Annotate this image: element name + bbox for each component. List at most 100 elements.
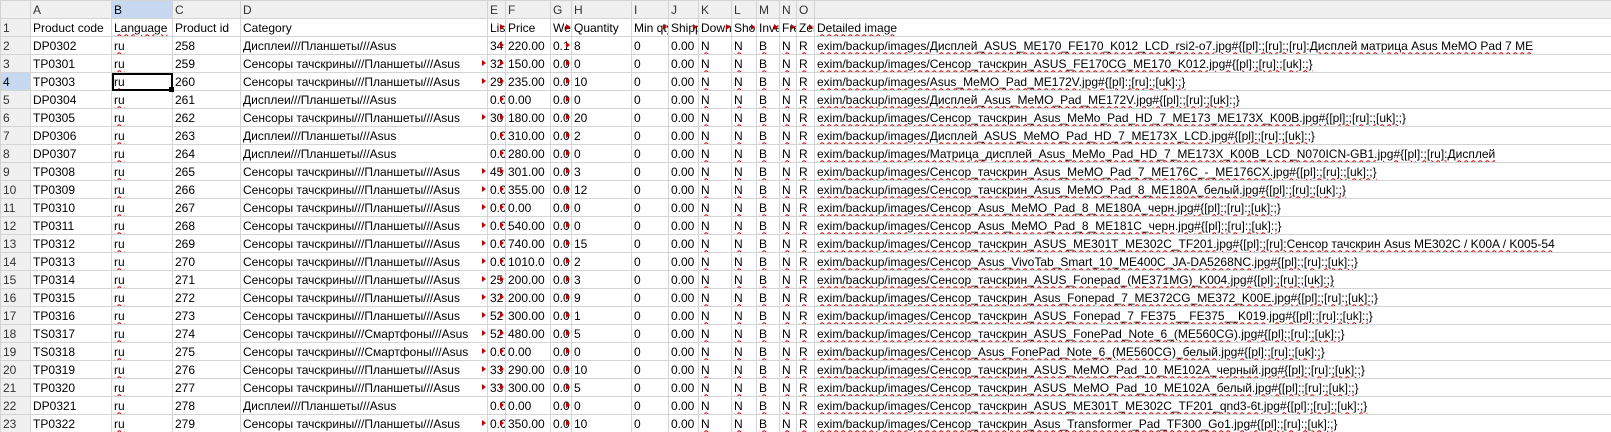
cell[interactable]: Дисплеи///Планшеты///Asus	[240, 126, 488, 145]
cell[interactable]: 261	[172, 90, 241, 109]
cell[interactable]: 3	[571, 270, 632, 289]
row-header[interactable]: 20	[0, 360, 31, 379]
row-header[interactable]: 3	[0, 54, 31, 73]
cell[interactable]: 0.0	[550, 288, 572, 307]
cell[interactable]: N	[779, 234, 797, 253]
cell[interactable]: ru	[111, 252, 173, 271]
cell[interactable]: 0.0	[550, 324, 572, 343]
cell[interactable]: 0	[631, 54, 669, 73]
cell[interactable]: TS0318	[30, 342, 112, 361]
cell[interactable]: exim/backup/images/Дисплей_Asus_MeMO_Pad…	[814, 90, 1611, 109]
cell[interactable]: N	[779, 324, 797, 343]
cell[interactable]: 0.00	[668, 36, 699, 55]
cell[interactable]: N	[731, 198, 757, 217]
cell-table[interactable]: ABCDEFGHIJKLMNO 1 Product code Language Pro…	[0, 0, 1611, 432]
cell[interactable]: Min qty	[631, 18, 669, 37]
cell[interactable]: 0.0	[550, 414, 572, 432]
cell[interactable]: 3	[571, 162, 632, 181]
cell[interactable]: 270	[172, 252, 241, 271]
cell[interactable]: Weight	[550, 18, 572, 37]
cell[interactable]: exim/backup/images/Сенсор_тачскрин_ASUS_…	[814, 270, 1611, 289]
cell[interactable]: 740.00	[505, 234, 551, 253]
cell[interactable]: exim/backup/images/Сенсор_тачскрин_ASUS_…	[814, 396, 1611, 415]
cell[interactable]: 0.00	[668, 54, 699, 73]
cell[interactable]: 278	[172, 396, 241, 415]
cell[interactable]: Сенсоры тачскрины///Планшеты///Asus	[240, 72, 488, 91]
cell[interactable]: R	[796, 306, 815, 325]
cell[interactable]: 33	[487, 360, 506, 379]
cell[interactable]: 258	[172, 36, 241, 55]
cell[interactable]: B	[756, 90, 780, 109]
cell[interactable]: 0.0	[487, 90, 506, 109]
column-header-O[interactable]: O	[796, 0, 815, 19]
cell[interactable]: 10	[571, 360, 632, 379]
cell[interactable]: Сенсоры тачскрины///Планшеты///Asus	[240, 162, 488, 181]
cell[interactable]: ru	[111, 360, 173, 379]
cell[interactable]: 0	[631, 414, 669, 432]
column-header-L[interactable]: L	[731, 0, 757, 19]
cell[interactable]: 300.00	[505, 306, 551, 325]
cell[interactable]: 0.00	[668, 72, 699, 91]
cell[interactable]: N	[731, 270, 757, 289]
cell[interactable]: 0	[571, 396, 632, 415]
cell[interactable]: TS0317	[30, 324, 112, 343]
cell[interactable]: B	[756, 144, 780, 163]
cell[interactable]: B	[756, 252, 780, 271]
cell[interactable]: 0.00	[668, 144, 699, 163]
cell[interactable]: 0.00	[668, 378, 699, 397]
cell[interactable]: 0	[631, 252, 669, 271]
row-header[interactable]: 19	[0, 342, 31, 361]
cell[interactable]: N	[779, 180, 797, 199]
cell[interactable]: 0.0	[550, 72, 572, 91]
cell[interactable]: 0	[631, 360, 669, 379]
cell[interactable]: N	[779, 108, 797, 127]
cell[interactable]: Price	[505, 18, 551, 37]
cell[interactable]: exim/backup/images/Сенсор_тачскрин_Asus_…	[814, 162, 1611, 181]
cell[interactable]: List	[487, 18, 506, 37]
cell[interactable]: TP0315	[30, 288, 112, 307]
cell[interactable]: 276	[172, 360, 241, 379]
cell[interactable]: 0.0	[550, 90, 572, 109]
cell[interactable]: Дисплеи///Планшеты///Asus	[240, 36, 488, 55]
cell[interactable]: R	[796, 360, 815, 379]
cell[interactable]: R	[796, 54, 815, 73]
cell[interactable]: exim/backup/images/Asus_MeMO_Pad_ME172V.…	[814, 72, 1611, 91]
cell[interactable]: 0.00	[505, 90, 551, 109]
cell[interactable]: Сенсоры тачскрины///Планшеты///Asus	[240, 108, 488, 127]
cell[interactable]: 1	[571, 306, 632, 325]
cell[interactable]: Detailed image	[814, 18, 1611, 37]
cell[interactable]: 0.00	[505, 396, 551, 415]
cell[interactable]: TP0320	[30, 378, 112, 397]
cell[interactable]: B	[756, 54, 780, 73]
cell[interactable]: 0.0	[550, 270, 572, 289]
cell[interactable]: 0.0	[487, 198, 506, 217]
cell[interactable]: N	[779, 378, 797, 397]
cell[interactable]: Сенсоры тачскрины///Планшеты///Asus	[240, 216, 488, 235]
cell[interactable]: 272	[172, 288, 241, 307]
cell[interactable]: Product id	[172, 18, 241, 37]
cell[interactable]: 274	[172, 324, 241, 343]
cell[interactable]: 0	[631, 306, 669, 325]
cell[interactable]: N	[779, 414, 797, 432]
column-header-J[interactable]: J	[668, 0, 699, 19]
cell[interactable]: N	[698, 144, 732, 163]
cell[interactable]: ru	[111, 108, 173, 127]
cell[interactable]: 0.0	[550, 180, 572, 199]
cell[interactable]: 2	[571, 252, 632, 271]
cell[interactable]: 0	[631, 180, 669, 199]
cell[interactable]: 0.00	[668, 162, 699, 181]
cell[interactable]: N	[698, 414, 732, 432]
cell[interactable]: 0.0	[550, 378, 572, 397]
cell[interactable]: N	[698, 360, 732, 379]
cell[interactable]: 0.0	[487, 144, 506, 163]
column-header-E[interactable]: E	[487, 0, 506, 19]
cell[interactable]: 0	[631, 90, 669, 109]
cell[interactable]: 0.00	[668, 306, 699, 325]
cell[interactable]: 0	[571, 342, 632, 361]
cell[interactable]: 0.00	[668, 198, 699, 217]
cell[interactable]: ru	[111, 306, 173, 325]
cell[interactable]: Inventory	[756, 18, 780, 37]
cell[interactable]: N	[698, 306, 732, 325]
cell[interactable]: 0.1	[550, 36, 572, 55]
cell[interactable]: R	[796, 180, 815, 199]
